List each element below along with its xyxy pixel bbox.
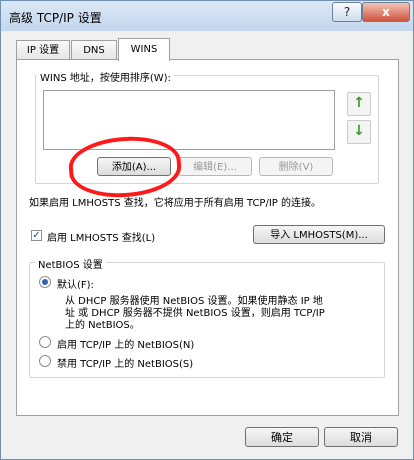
check-icon: ✓ [32, 230, 41, 241]
move-down-button[interactable]: ↓ [347, 120, 371, 144]
cancel-button[interactable]: 取消 [324, 427, 398, 447]
netbios-disable-label: 禁用 TCP/IP 上的 NetBIOS(S) [57, 359, 194, 370]
wins-address-list[interactable] [43, 90, 335, 150]
window-title: 高级 TCP/IP 设置 [9, 11, 102, 25]
lmhosts-checkbox[interactable]: ✓ [31, 230, 42, 241]
wins-group-label: WINS 地址，按使用排序(W): [37, 69, 174, 84]
tab-ip-settings[interactable]: IP 设置 [16, 40, 70, 60]
help-button[interactable]: ? [332, 2, 362, 22]
arrow-up-icon: ↑ [353, 95, 365, 111]
delete-button[interactable]: 删除(V) [259, 157, 333, 176]
netbios-default-label: 默认(F): [57, 280, 94, 291]
netbios-enable-radio[interactable] [39, 336, 51, 348]
import-lmhosts-button[interactable]: 导入 LMHOSTS(M)... [253, 225, 385, 244]
dialog-window: 高级 TCP/IP 设置 ? x IP 设置 DNS WINS WINS 地址，… [0, 0, 414, 460]
netbios-group-label: NetBIOS 设置 [35, 256, 106, 271]
netbios-default-radio[interactable] [39, 276, 51, 288]
move-up-button[interactable]: ↑ [347, 92, 371, 116]
netbios-default-desc-3: 上的 NetBIOS。 [65, 320, 140, 331]
arrow-down-icon: ↓ [353, 123, 365, 139]
netbios-enable-label: 启用 TCP/IP 上的 NetBIOS(N) [57, 340, 195, 351]
wins-panel: WINS 地址，按使用排序(W): ↑ ↓ 添加(A)... 编辑(E)... … [16, 59, 399, 416]
ok-button[interactable]: 确定 [245, 427, 319, 447]
add-button[interactable]: 添加(A)... [97, 157, 171, 176]
close-button[interactable]: x [362, 2, 410, 22]
tab-wins[interactable]: WINS [118, 38, 170, 61]
edit-button[interactable]: 编辑(E)... [178, 157, 252, 176]
title-bar: 高级 TCP/IP 设置 ? x [1, 1, 413, 31]
tab-dns[interactable]: DNS [71, 40, 117, 60]
netbios-disable-radio[interactable] [39, 355, 51, 367]
lmhosts-label: 启用 LMHOSTS 查找(L) [47, 233, 156, 244]
lmhosts-info-text: 如果启用 LMHOSTS 查找，它将应用于所有启用 TCP/IP 的连接。 [29, 198, 321, 209]
